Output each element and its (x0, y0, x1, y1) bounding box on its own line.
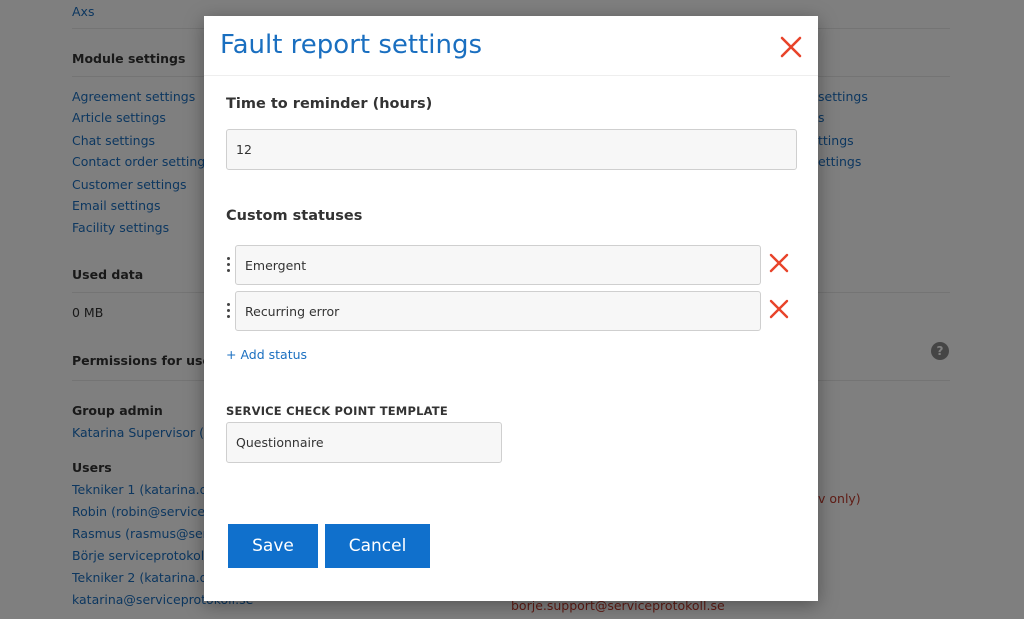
save-button[interactable]: Save (228, 524, 318, 568)
dialog-title: Fault report settings (220, 30, 483, 60)
custom-statuses-label: Custom statuses (226, 208, 363, 224)
remove-status-icon[interactable] (767, 297, 791, 321)
close-icon[interactable] (778, 34, 804, 60)
reminder-label: Time to reminder (hours) (226, 96, 433, 112)
fault-report-settings-dialog: Fault report settings Time to reminder (… (204, 16, 818, 601)
drag-handle-icon[interactable] (225, 303, 231, 323)
drag-handle-icon[interactable] (225, 257, 231, 277)
status-input[interactable]: Emergent (235, 245, 761, 285)
template-label: SERVICE CHECK POINT TEMPLATE (226, 404, 448, 418)
cancel-button[interactable]: Cancel (325, 524, 430, 568)
remove-status-icon[interactable] (767, 251, 791, 275)
add-status-link[interactable]: + Add status (226, 347, 307, 362)
dialog-header: Fault report settings (204, 16, 818, 76)
template-select[interactable]: Questionnaire (226, 422, 502, 463)
reminder-hours-input[interactable]: 12 (226, 129, 797, 170)
status-input[interactable]: Recurring error (235, 291, 761, 331)
